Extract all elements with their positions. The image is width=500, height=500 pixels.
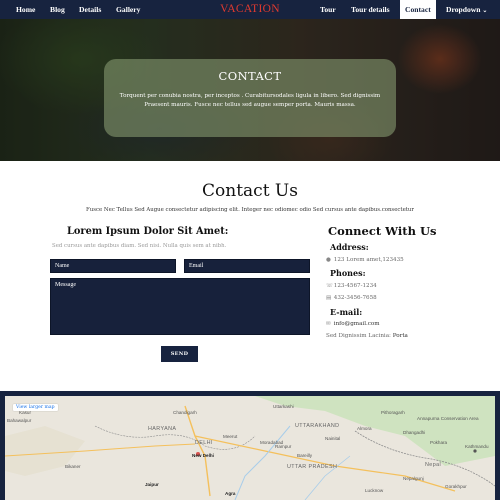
phones-label: Phones: <box>330 268 366 278</box>
hero-banner: CONTACT Torquent per conubia nostra, per… <box>0 19 500 161</box>
map-section: View larger map Kasur Bahawalpur HARYANA… <box>0 391 500 500</box>
phone-line-1: ☏ 123-4567-1234 <box>326 283 377 289</box>
nav-dropdown-label: Dropdown <box>446 5 481 14</box>
map-label-jaipur: Jaipur <box>145 482 159 487</box>
name-field[interactable]: Name <box>50 259 176 273</box>
map-label-annapurna: Annapurna Conservation Area <box>417 416 479 421</box>
chevron-down-icon: ⌄ <box>482 8 488 14</box>
phone-2-text[interactable]: 432-3456-7658 <box>334 295 377 301</box>
envelope-icon: ✉ <box>326 321 331 327</box>
map-label-lucknow: Lucknow <box>365 488 384 493</box>
email-label: E-mail: <box>330 307 363 317</box>
map-label-delhi: DELHI <box>195 440 213 446</box>
map-marker-icon: ● <box>326 257 331 263</box>
map-label-kathmandu: Kathmandu <box>465 444 489 449</box>
nav-home[interactable]: Home <box>16 0 35 19</box>
top-navbar: Home Blog Details Gallery VACATION Tour … <box>0 0 500 19</box>
map-label-chandigarh: Chandigarh <box>173 410 197 415</box>
map-graphic <box>5 396 495 500</box>
phone-line-2: ▤ 432-3456-7658 <box>326 295 377 301</box>
map-label-almora: Almora <box>357 426 372 431</box>
map-label-haryana: HARYANA <box>148 426 177 432</box>
map-label-nainital: Nainital <box>325 436 341 441</box>
hero-title: CONTACT <box>218 69 282 83</box>
address-line: ● 123 Lorem amet,123435 <box>326 257 404 263</box>
map-label-uttar-pradesh: UTTAR PRADESH <box>287 464 338 470</box>
address-label: Address: <box>330 242 369 252</box>
map-label-new-delhi: New Delhi <box>192 453 214 458</box>
map-label-uttarakhand: UTTARAKHAND <box>295 423 340 429</box>
nav-contact[interactable]: Contact <box>400 0 436 19</box>
tagline-prefix: Sed Dignissim Lacinia: <box>326 333 391 339</box>
contact-subtitle: Fusce Nec Tellus Sed Augue consectetur a… <box>86 207 414 213</box>
embedded-map[interactable]: View larger map Kasur Bahawalpur HARYANA… <box>5 396 495 500</box>
nav-tour[interactable]: Tour <box>320 0 336 19</box>
nav-blog[interactable]: Blog <box>50 0 65 19</box>
brand-logo[interactable]: VACATION <box>220 3 280 15</box>
connect-heading: Connect With Us <box>328 224 437 238</box>
nav-details[interactable]: Details <box>79 0 101 19</box>
email-line: ✉ info@gmail.com <box>326 321 380 327</box>
phone-icon: ☏ <box>326 283 333 289</box>
map-label-kasur: Kasur <box>19 410 32 415</box>
map-label-meerut: Meerut <box>223 434 238 439</box>
map-label-rampur: Rampur <box>275 444 292 449</box>
map-label-agra: Agra <box>225 491 236 496</box>
tagline-value: Porta <box>392 333 408 339</box>
hero-card: CONTACT Torquent per conubia nostra, per… <box>104 59 396 137</box>
form-heading: Lorem Ipsum Dolor Sit Amet: <box>67 226 229 237</box>
fax-icon: ▤ <box>326 295 332 301</box>
map-label-bahawalpur: Bahawalpur <box>7 418 32 423</box>
email-text[interactable]: info@gmail.com <box>334 321 380 327</box>
hero-text: Torquent per conubia nostra, per incepto… <box>119 93 381 108</box>
map-label-nepalgunj: Nepalgunj <box>403 476 424 481</box>
email-field[interactable]: Email <box>184 259 310 273</box>
address-text: 123 Lorem amet,123435 <box>333 257 404 263</box>
send-button[interactable]: SEND <box>161 346 198 362</box>
contact-title: Contact Us <box>202 181 298 201</box>
map-label-pithoragarh: Pithoragarh <box>381 410 405 415</box>
map-label-gorakhpur: Gorakhpur <box>445 484 467 489</box>
map-label-pokhara: Pokhara <box>430 440 448 445</box>
form-subtext: Sed cursus ante dapibus diam. Sed nisi. … <box>52 243 227 249</box>
map-label-bikaner: Bikaner <box>65 464 81 469</box>
nav-tour-details[interactable]: Tour details <box>351 0 390 19</box>
map-label-uttarkashi: Uttarkashi <box>273 404 294 409</box>
map-label-bareilly: Bareilly <box>297 453 313 458</box>
map-label-nepal: Nepal <box>425 462 442 468</box>
nav-gallery[interactable]: Gallery <box>116 0 140 19</box>
phone-1-text[interactable]: 123-4567-1234 <box>334 283 377 289</box>
nav-dropdown[interactable]: Dropdown ⌄ <box>446 0 487 19</box>
tagline-line: Sed Dignissim Lacinia: Porta <box>326 333 408 339</box>
map-label-dhangadhi: Dhangadhi <box>403 430 426 435</box>
message-field[interactable]: Message <box>50 278 310 335</box>
